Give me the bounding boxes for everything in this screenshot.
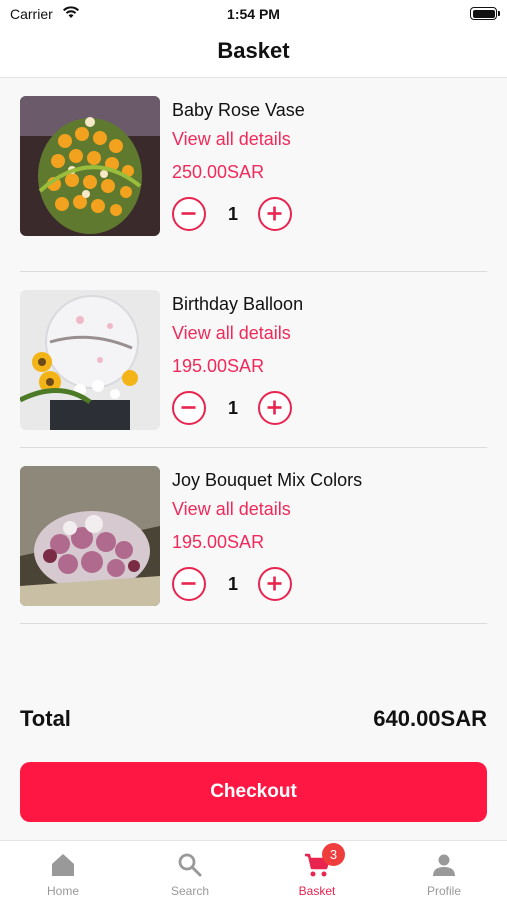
total-label: Total	[20, 706, 71, 731]
tab-label: Search	[170, 884, 210, 898]
plus-icon	[267, 400, 282, 415]
search-icon	[178, 853, 202, 877]
status-bar: Carrier 1:54 PM	[0, 0, 507, 30]
tab-profile[interactable]: Profile	[381, 841, 507, 900]
view-details-link[interactable]: View all details	[172, 323, 291, 344]
product-name: Joy Bouquet Mix Colors	[172, 470, 363, 490]
tab-label: Home	[46, 884, 79, 898]
clock: 1:54 PM	[227, 6, 280, 22]
tab-home[interactable]: Home	[0, 841, 126, 900]
tab-label: Basket	[298, 884, 336, 898]
basket-item-list: Baby Rose Vase View all details 250.00SA…	[20, 96, 487, 624]
increase-quantity-button[interactable]	[258, 197, 292, 231]
product-image[interactable]	[20, 290, 160, 430]
minus-icon	[181, 212, 196, 215]
basket-count-badge: 3	[322, 843, 345, 866]
quantity-value: 1	[227, 398, 238, 418]
tab-basket[interactable]: Basket	[254, 841, 380, 900]
product-price: 195.00SAR	[172, 532, 265, 552]
product-image[interactable]	[20, 466, 160, 606]
decrease-quantity-button[interactable]	[172, 197, 206, 231]
minus-icon	[181, 406, 196, 409]
plus-icon	[267, 206, 282, 221]
tab-search[interactable]: Search	[127, 841, 253, 900]
basket-item: Baby Rose Vase View all details 250.00SA…	[20, 96, 487, 272]
battery-icon	[470, 7, 500, 20]
decrease-quantity-button[interactable]	[172, 567, 206, 601]
header: Basket	[0, 30, 507, 78]
basket-item: Birthday Balloon View all details 195.00…	[20, 272, 487, 448]
increase-quantity-button[interactable]	[258, 391, 292, 425]
view-details-link[interactable]: View all details	[172, 129, 291, 150]
increase-quantity-button[interactable]	[258, 567, 292, 601]
person-icon	[433, 854, 455, 876]
basket-screen: Carrier 1:54 PM Basket Baby Rose Vase Vi…	[0, 0, 507, 900]
product-name: Baby Rose Vase	[172, 100, 305, 120]
quantity-value: 1	[227, 204, 238, 224]
plus-icon	[267, 576, 282, 591]
minus-icon	[181, 582, 196, 585]
product-image[interactable]	[20, 96, 160, 236]
view-details-link[interactable]: View all details	[172, 499, 291, 520]
product-price: 195.00SAR	[172, 356, 265, 376]
home-icon	[52, 854, 74, 876]
bottom-tab-bar: Home Search Basket Profile	[0, 840, 507, 900]
page-title: Basket	[217, 38, 290, 63]
basket-item: Joy Bouquet Mix Colors View all details …	[20, 448, 487, 624]
decrease-quantity-button[interactable]	[172, 391, 206, 425]
quantity-value: 1	[227, 574, 238, 594]
checkout-button[interactable]: Checkout	[20, 762, 487, 822]
tab-label: Profile	[426, 884, 461, 898]
total-value: 640.00SAR	[373, 706, 487, 731]
product-price: 250.00SAR	[172, 162, 265, 182]
product-name: Birthday Balloon	[172, 294, 304, 314]
